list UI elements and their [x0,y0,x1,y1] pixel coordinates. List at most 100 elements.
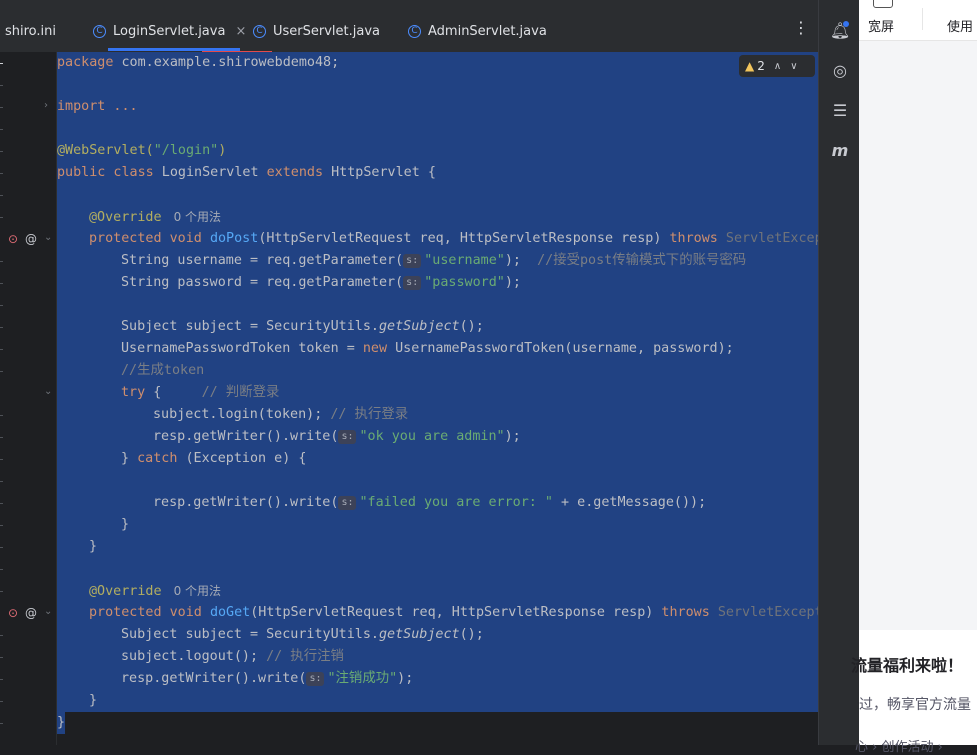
maven-icon[interactable]: m [827,138,853,164]
inspection-widget[interactable]: ▲ 2 ∧ ∨ [739,55,815,77]
gutter-tick [0,679,3,680]
gutter-tick [0,129,3,130]
code-line: protected void doGet(HttpServletRequest … [89,605,818,620]
gutter-tick [0,217,3,218]
code-line: } [121,517,130,532]
java-class-icon: C [253,24,266,38]
annotation-at-icon[interactable]: @ [25,606,37,620]
code-line: try { // 判断登录 [121,385,280,400]
code-line: public class LoginServlet extends HttpSe… [57,165,436,180]
promo-title: 流量福利来啦！ [851,656,964,675]
promo-link[interactable]: 心 › 创作活动 › [855,736,943,755]
java-class-icon: C [408,24,421,38]
override-method-icon[interactable]: ⊙ [8,232,18,246]
code-line: protected void doPost(HttpServletRequest… [89,231,818,246]
line-gutter: › ⌄ ⌄ ⌄ ⊙ @ ⊙ @ [0,52,57,745]
usage-hint[interactable]: 0 个用法 [174,584,221,598]
java-class-icon: C [93,24,106,38]
code-line: } [89,539,98,554]
param-hint: s: [306,672,325,686]
code-line: resp.getWriter().write(s: "ok you are adm… [153,429,521,444]
gutter-tick [0,107,3,108]
gutter-tick [0,591,3,592]
code-line: Subject subject = SecurityUtils.getSubje… [121,319,484,334]
gutter-tick [0,415,3,416]
code-line: resp.getWriter().write(s: "注销成功"); [121,671,414,686]
code-line: } [89,693,98,708]
gutter-tick [0,195,3,196]
gutter-tick [0,701,3,702]
code-line: UsernamePasswordToken token = new Userna… [121,341,734,356]
more-tabs-icon[interactable]: ⋮ [793,18,809,37]
use-button[interactable]: 使用 [947,16,973,35]
fold-chevron-icon[interactable]: ⌄ [44,232,52,243]
param-hint: s: [338,430,357,444]
fold-chevron-icon[interactable]: ⌄ [44,386,52,397]
annotation-at-icon[interactable]: @ [25,232,37,246]
code-line: } [57,715,66,730]
warning-count: 2 [757,59,765,73]
close-tab-icon[interactable]: × [235,24,246,39]
gutter-tick [0,283,3,284]
code-line: @WebServlet("/login") [57,143,227,158]
gutter-tick [0,459,3,460]
wide-screen-button[interactable]: 宽屏 [868,16,894,35]
gutter-tick [0,173,3,174]
code-editor[interactable]: package com.example.shirowebdemo48; impo… [57,52,818,745]
promo-text: 过，畅享官方流量 [859,697,971,713]
gutter-tick [0,349,3,350]
tab-label: AdminServlet.java [428,23,547,39]
browser-side-panel: 宽屏 使用 流量福利来啦！ 过，畅享官方流量 心 › 创作活动 › [851,0,977,755]
fold-chevron-icon[interactable]: ⌄ [44,606,52,617]
code-line: import ... [57,99,138,114]
code-line: //生成token [121,363,205,378]
next-problem-icon[interactable]: ∨ [790,61,797,72]
tab-label: LoginServlet.java [113,23,226,39]
right-tool-strip: 🔔︎ ◎ ☰ m [818,0,860,745]
gutter-tick [0,63,3,64]
code-line: resp.getWriter().write(s: "failed you are… [153,495,707,510]
param-hint: s: [403,254,422,268]
code-line: String password = req.getParameter(s: "pa… [121,275,521,290]
param-hint: s: [403,276,422,290]
tab-label: shiro.ini [5,23,57,39]
gutter-tick [0,569,3,570]
tab-label: UserServlet.java [273,23,380,39]
notifications-icon[interactable]: 🔔︎ [827,18,853,44]
tab-user-servlet[interactable]: C UserServlet.java [253,10,380,52]
code-line: String username = req.getParameter(s: "us… [121,253,747,268]
code-line: Subject subject = SecurityUtils.getSubje… [121,627,484,642]
tab-admin-servlet[interactable]: C AdminServlet.java [408,10,547,52]
gutter-tick [0,503,3,504]
code-line: subject.login(token); // 执行登录 [153,407,409,422]
notification-badge [843,21,849,27]
override-method-icon[interactable]: ⊙ [8,606,18,620]
warning-icon: ▲ [745,59,755,73]
gutter-tick [0,547,3,548]
gutter-tick [0,437,3,438]
tab-shiro-ini[interactable]: shiro.ini [5,10,56,52]
code-line: package com.example.shirowebdemo48; [57,55,340,70]
gutter-tick [0,371,3,372]
gutter-tick [0,481,3,482]
gutter-tick [0,85,3,86]
fold-chevron-icon[interactable]: › [44,100,48,111]
wide-screen-icon[interactable] [873,0,893,8]
database-icon[interactable]: ☰ [827,98,853,124]
gutter-tick [0,657,3,658]
gutter-tick [0,723,3,724]
usage-hint[interactable]: 0 个用法 [174,210,221,224]
editor-tab-bar: shiro.ini C LoginServlet.java × C UserSe… [0,0,818,53]
ide-window: shiro.ini C LoginServlet.java × C UserSe… [0,0,859,745]
prev-problem-icon[interactable]: ∧ [774,61,781,72]
tab-login-servlet[interactable]: C LoginServlet.java × [93,10,246,52]
gutter-tick [0,151,3,152]
ai-assistant-icon[interactable]: ◎ [827,58,853,84]
gutter-tick [0,305,3,306]
promo-card[interactable]: 流量福利来啦！ 过，畅享官方流量 心 › 创作活动 › [851,630,977,755]
gutter-tick [0,261,3,262]
code-line: @Override 0 个用法 [89,584,222,599]
code-line: subject.logout(); // 执行注销 [121,649,344,664]
param-hint: s: [338,496,357,510]
web-toolbar: 宽屏 使用 [859,0,977,41]
